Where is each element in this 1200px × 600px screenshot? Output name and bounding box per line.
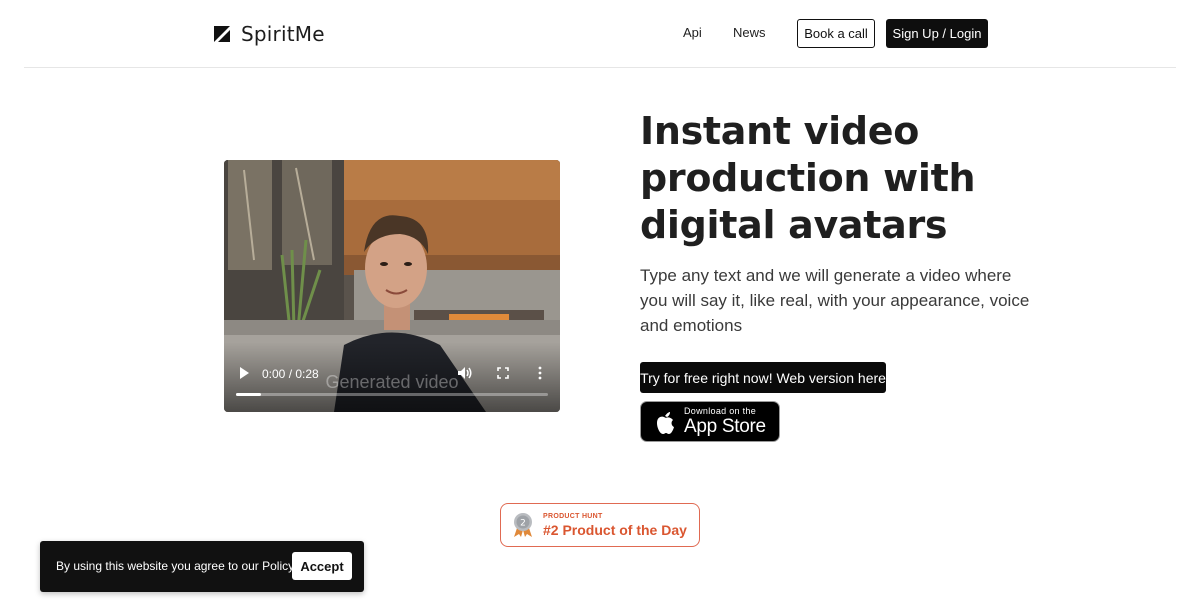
- cookie-banner: By using this website you agree to our P…: [40, 541, 364, 592]
- hero-title: Instant video production with digital av…: [640, 109, 976, 247]
- book-call-button[interactable]: Book a call: [797, 19, 875, 48]
- signup-login-button[interactable]: Sign Up / Login: [886, 19, 988, 48]
- app-store-button[interactable]: Download on the App Store: [640, 401, 780, 442]
- accept-cookies-button[interactable]: Accept: [292, 552, 352, 580]
- video-time: 0:00 / 0:28: [262, 367, 319, 381]
- product-hunt-rank-text: #2 Product of the Day: [543, 521, 687, 538]
- video-progress-bar[interactable]: [236, 393, 548, 396]
- logo[interactable]: SpiritMe: [214, 22, 325, 46]
- app-store-big-text: App Store: [684, 416, 766, 437]
- medal-icon: 2: [514, 513, 532, 537]
- brand-name: SpiritMe: [241, 22, 325, 46]
- spiritme-logo-icon: [214, 26, 230, 42]
- nav-link-api[interactable]: Api: [683, 25, 702, 40]
- nav-link-news[interactable]: News: [733, 25, 766, 40]
- hero-subtitle: Type any text and we will generate a vid…: [640, 266, 1030, 335]
- app-store-small-text: Download on the: [684, 406, 757, 416]
- product-hunt-badge[interactable]: 2 PRODUCT HUNT #2 Product of the Day: [500, 503, 700, 547]
- more-options-icon[interactable]: [537, 366, 543, 380]
- medal-rank: 2: [520, 519, 526, 529]
- play-icon[interactable]: [238, 366, 250, 380]
- product-hunt-label: PRODUCT HUNT: [543, 512, 603, 520]
- header-divider: [24, 67, 1176, 68]
- apple-icon: [657, 411, 674, 434]
- volume-icon[interactable]: [457, 366, 473, 380]
- video-progress-fill: [236, 393, 261, 396]
- video-player[interactable]: Generated video 0:00 / 0:28: [224, 160, 560, 412]
- try-free-button[interactable]: Try for free right now! Web version here: [640, 362, 886, 393]
- fullscreen-icon[interactable]: [497, 367, 509, 379]
- cookie-text: By using this website you agree to our P…: [56, 559, 297, 573]
